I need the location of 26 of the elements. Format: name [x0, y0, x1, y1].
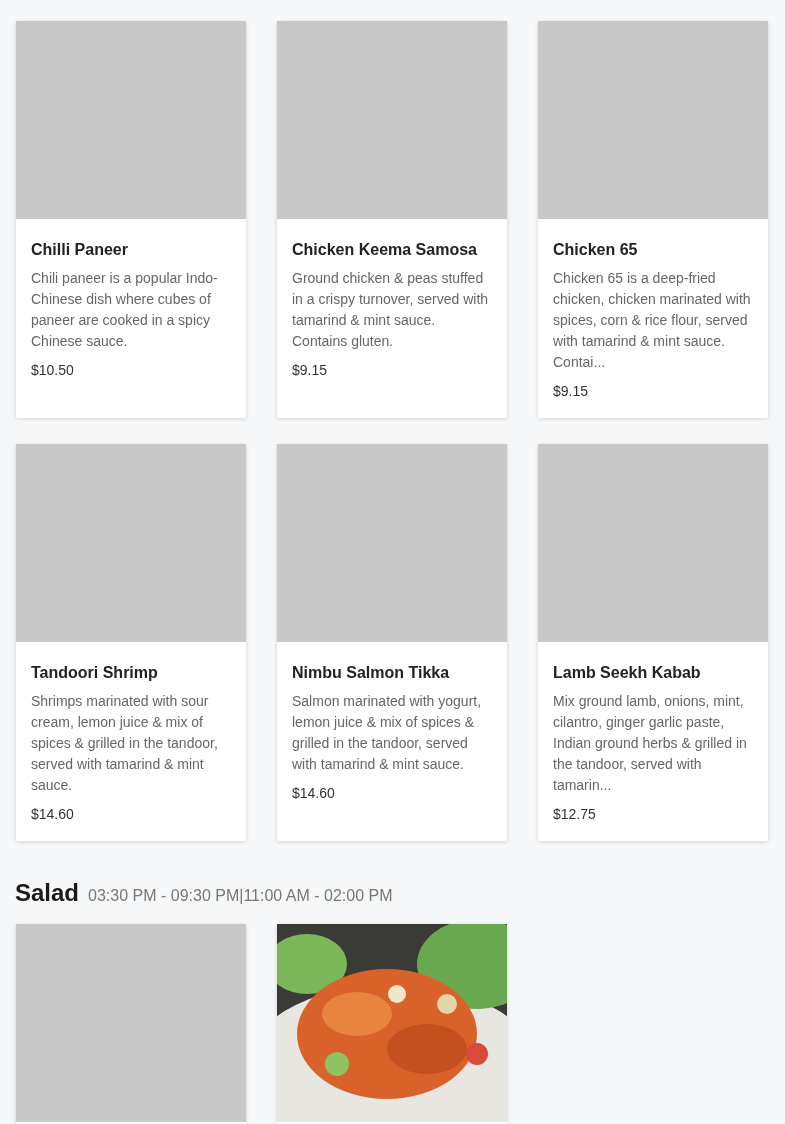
- menu-item-card[interactable]: Chicken 65 Chicken 65 is a deep-fried chicken, chicken marinated with spices, corn & rice flour, served with tamarind & mint sauce. Contai... $9.15: [538, 21, 768, 418]
- item-name: Chicken Keema Samosa: [292, 241, 478, 259]
- item-description: Shrimps marinated with sour cream, lemon juice & mix of spices & grilled in the tandoor, served with tamarind & mint sauce.: [31, 692, 219, 795]
- menu-item-card[interactable]: Chicken Keema Samosa Ground chicken & peas stuffed in a crispy turnover, served with tamarind & mint sauce. Contains gluten. $9.15: [277, 21, 507, 418]
- item-description: Chicken 65 is a deep-fried chicken, chicken marinated with spices, corn & rice flour, served with tamarind & mint sauce. Contai...: [553, 269, 752, 372]
- item-name: Chicken 65: [553, 241, 639, 259]
- item-name: Nimbu Salmon Tikka: [292, 664, 451, 682]
- item-price: $9.15: [292, 361, 329, 380]
- item-price: $14.60: [31, 805, 75, 824]
- item-price: $9.15: [553, 382, 590, 401]
- section-title: Salad: [15, 879, 80, 907]
- section-hours: 03:30 PM - 09:30 PM|11:00 AM - 02:00 PM: [88, 887, 393, 905]
- menu-item-card[interactable]: Tandoori Shrimp Shrimps marinated with sour cream, lemon juice & mix of spices & grilled in the tandoor, served with tamarind & mint sauce. $14.60: [16, 444, 246, 841]
- menu-item-card[interactable]: Nimbu Salmon Tikka Salmon marinated with yogurt, lemon juice & mix of spices & grilled in the tandoor, served with tamarind & mint sauce. $14.60: [277, 444, 507, 841]
- menu-item-card[interactable]: Chilli Paneer Chili paneer is a popular Indo-Chinese dish where cubes of paneer are cooked in a spicy Chinese sauce. $10.50: [16, 21, 246, 418]
- item-description: Mix ground lamb, onions, mint, cilantro, ginger garlic paste, Indian ground herbs & grilled in the tandoor, served with tamarin...: [553, 692, 748, 795]
- item-description: Salmon marinated with yogurt, lemon juice & mix of spices & grilled in the tandoor, served with tamarind & mint sauce.: [292, 692, 483, 774]
- item-description: Chili paneer is a popular Indo-Chinese dish where cubes of paneer are cooked in a spicy Chinese sauce.: [31, 269, 219, 351]
- menu-item-card[interactable]: Lamb Seekh Kabab Mix ground lamb, onions, mint, cilantro, ginger garlic paste, Indian ground herbs & grilled in the tandoor, served with tamarin... $12.75: [538, 444, 768, 841]
- item-price: $14.60: [292, 784, 336, 803]
- item-price: $10.50: [31, 361, 75, 380]
- item-name: Chilli Paneer: [31, 241, 129, 259]
- item-name: Lamb Seekh Kabab: [553, 664, 702, 682]
- item-price: $12.75: [553, 805, 597, 824]
- item-description: Ground chicken & peas stuffed in a crispy turnover, served with tamarind & mint sauce. Contains gluten.: [292, 269, 490, 351]
- item-name: Tandoori Shrimp: [31, 664, 159, 682]
